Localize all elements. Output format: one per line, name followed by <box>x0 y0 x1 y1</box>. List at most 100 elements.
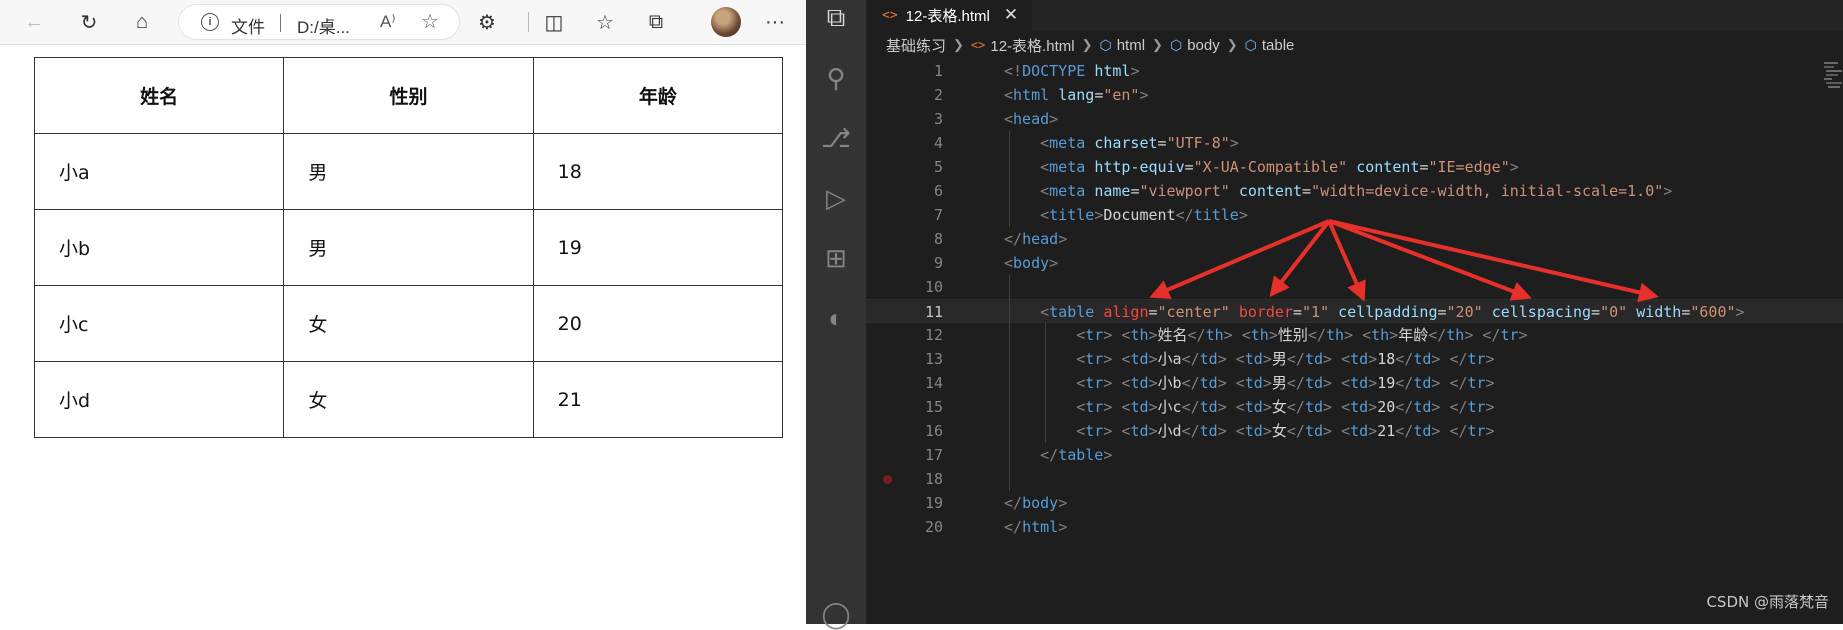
code-token: 21 <box>1377 422 1396 440</box>
favorites-icon[interactable]: ☆ <box>589 6 621 38</box>
account-icon[interactable]: ◯ <box>820 598 852 630</box>
code-text: <tr> <td>小a</td> <td>男</td> <td>18</td> … <box>1004 347 1494 371</box>
code-line[interactable]: 17 </table> <box>866 443 1843 467</box>
code-editor[interactable]: 1 <!DOCTYPE html> 2 <html lang="en"> 3 <head>… <box>866 59 1843 624</box>
code-line[interactable]: 6 <meta name="viewport" content="width=d… <box>866 179 1843 203</box>
code-token: 女 <box>1271 422 1287 440</box>
address-bar[interactable]: i 文件 D:/桌... A⁾ ☆ <box>178 4 460 40</box>
code-token: 小b <box>1157 374 1182 392</box>
collections-icon[interactable]: ⧉ <box>640 6 672 38</box>
split-screen-icon[interactable]: ◫ <box>538 6 570 38</box>
code-token: td <box>1304 422 1324 440</box>
code-line[interactable]: 3 <head> <box>866 107 1843 131</box>
code-line[interactable]: 2 <html lang="en"> <box>866 83 1843 107</box>
info-icon[interactable]: i <box>201 13 219 31</box>
code-token: </ <box>1449 422 1468 440</box>
code-line[interactable]: 20 </html> <box>866 515 1843 539</box>
code-token: td <box>1413 374 1432 392</box>
run-debug-icon[interactable]: ▷ <box>820 182 852 214</box>
breadcrumb-file[interactable]: 12-表格.html <box>990 35 1074 56</box>
code-token: > <box>1139 86 1149 104</box>
code-token: </ <box>1395 374 1414 392</box>
code-line[interactable]: 8 </head> <box>866 227 1843 251</box>
chevron-right-icon: ❯ <box>953 37 964 52</box>
line-number: 13 <box>924 350 943 368</box>
explorer-icon[interactable]: ⧉ <box>820 2 852 34</box>
code-token: align <box>1103 303 1149 321</box>
refresh-icon[interactable]: ↻ <box>73 6 105 38</box>
extensions-icon[interactable]: ⊞ <box>820 242 852 274</box>
code-token: > <box>1103 446 1113 464</box>
code-token: = <box>1437 303 1447 321</box>
address-divider <box>280 14 281 32</box>
code-token: td <box>1199 398 1218 416</box>
code-line[interactable]: 12 <tr> <th>姓名</th> <th>性别</th> <th>年龄</… <box>866 323 1843 347</box>
code-line[interactable]: 1 <!DOCTYPE html> <box>866 59 1843 83</box>
code-token: 18 <box>1377 350 1396 368</box>
code-token: < <box>1076 350 1086 368</box>
code-token: < <box>1040 134 1050 152</box>
code-token: 年龄 <box>1398 326 1429 344</box>
close-icon[interactable]: ✕ <box>1004 5 1018 25</box>
search-icon[interactable]: ⚲ <box>820 62 852 94</box>
code-line[interactable]: 14 <tr> <td>小b</td> <td>男</td> <td>19</t… <box>866 371 1843 395</box>
tab-12-table-html[interactable]: <> 12-表格.html ✕ <box>866 0 1033 30</box>
minimap[interactable] <box>1822 60 1842 100</box>
extensions-icon[interactable]: ⚙ <box>471 6 503 38</box>
breadcrumb-symbol-body[interactable]: body <box>1187 37 1220 54</box>
breadcrumb-folder[interactable]: 基础练习 <box>886 35 946 56</box>
code-token: > <box>1148 374 1158 392</box>
address-url[interactable]: D:/桌... <box>297 13 350 38</box>
code-token: > <box>1323 398 1333 416</box>
table-cell: 18 <box>532 133 784 210</box>
code-token: > <box>1217 422 1227 440</box>
code-token: title <box>1193 206 1239 224</box>
code-line[interactable]: 7 <title>Document</title> <box>866 203 1843 227</box>
code-line[interactable]: 16 <tr> <td>小d</td> <td>女</td> <td>21</t… <box>866 419 1843 443</box>
breadcrumb-symbol-html[interactable]: html <box>1117 37 1145 54</box>
chevron-right-icon: ❯ <box>1226 37 1238 52</box>
code-token: < <box>1076 374 1086 392</box>
code-line[interactable]: 4 <meta charset="UTF-8"> <box>866 131 1843 155</box>
edge-devtools-icon[interactable]: ◐ <box>820 302 852 334</box>
code-line[interactable]: 18 <box>866 467 1843 491</box>
code-token: > <box>1323 374 1333 392</box>
code-token: td <box>1413 422 1432 440</box>
code-token: td <box>1304 374 1324 392</box>
table-row: 小c 女 20 <box>33 285 784 362</box>
code-token: </ <box>1004 518 1023 536</box>
code-line[interactable]: 5 <meta http-equiv="X-UA-Compatible" con… <box>866 155 1843 179</box>
add-favorite-icon[interactable]: ☆ <box>421 9 439 34</box>
code-line[interactable]: 9 <body> <box>866 251 1843 275</box>
code-line[interactable]: 15 <tr> <td>小c</td> <td>女</td> <td>20</t… <box>866 395 1843 419</box>
code-token: > <box>1049 254 1059 272</box>
home-icon[interactable]: ⌂ <box>126 6 158 38</box>
code-token: > <box>1262 350 1272 368</box>
breakpoint-dot[interactable] <box>883 475 892 484</box>
read-aloud-icon[interactable]: A⁾ <box>380 12 396 32</box>
back-arrow-icon[interactable]: ← <box>18 6 50 38</box>
code-text: <meta charset="UTF-8"> <box>1004 131 1239 155</box>
editor-tab-bar: <> 12-表格.html ✕ <box>866 0 1843 30</box>
symbol-element-icon: ⬡ <box>1099 36 1112 53</box>
code-token: > <box>1485 398 1495 416</box>
breadcrumb-symbol-table[interactable]: table <box>1262 37 1295 54</box>
code-line[interactable]: 10 <box>866 275 1843 299</box>
code-token: > <box>1148 422 1158 440</box>
code-token: > <box>1217 398 1227 416</box>
line-number: 18 <box>924 470 943 488</box>
table-cell: 21 <box>532 361 784 438</box>
code-token: head <box>1013 110 1050 128</box>
code-token: > <box>1323 422 1333 440</box>
source-control-icon[interactable]: ⎇ <box>820 122 852 154</box>
code-line[interactable]: 13 <tr> <td>小a</td> <td>男</td> <td>18</t… <box>866 347 1843 371</box>
more-menu-icon[interactable]: ··· <box>759 6 791 38</box>
code-token: > <box>1058 518 1068 536</box>
profile-avatar[interactable] <box>711 7 741 37</box>
code-line[interactable]: 11 <table align="center" border="1" cell… <box>866 299 1843 323</box>
code-token: </ <box>1181 350 1200 368</box>
code-token: DOCTYPE <box>1022 62 1086 80</box>
code-line[interactable]: 19 </body> <box>866 491 1843 515</box>
